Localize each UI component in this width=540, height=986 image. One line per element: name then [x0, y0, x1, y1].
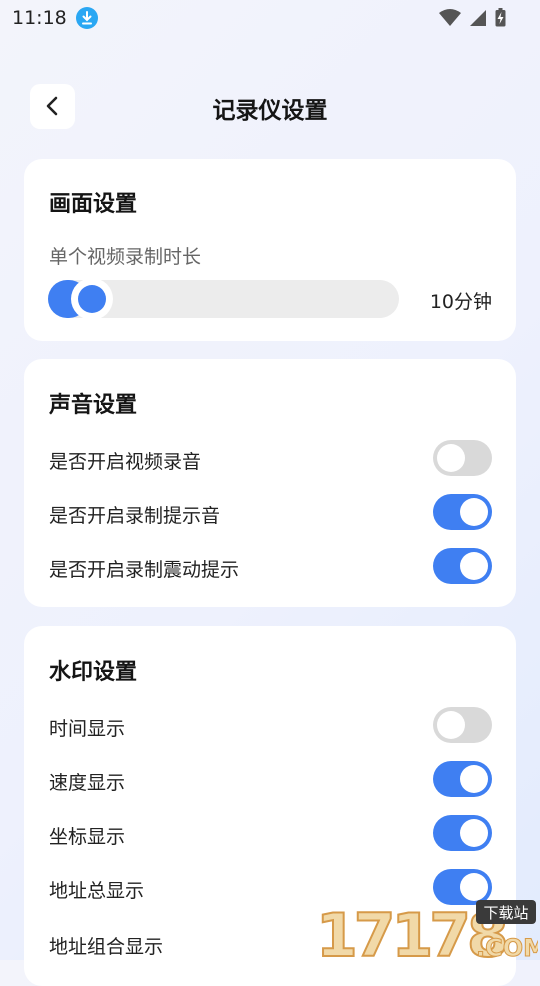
video-duration-slider[interactable] [48, 278, 399, 320]
slider-thumb[interactable] [71, 278, 113, 320]
download-icon [76, 7, 98, 29]
coordinate-display-toggle[interactable] [433, 815, 492, 851]
sound-settings-card: 声音设置 是否开启视频录音 是否开启录制提示音 是否开启录制震动提示 [24, 359, 516, 607]
speed-display-toggle[interactable] [433, 761, 492, 797]
coordinate-display-label: 坐标显示 [49, 826, 126, 848]
video-duration-label: 单个视频录制时长 [49, 246, 202, 268]
record-audio-toggle[interactable] [433, 440, 492, 476]
sound-settings-title: 声音设置 [49, 393, 138, 418]
battery-charging-icon [495, 8, 506, 27]
picture-settings-title: 画面设置 [49, 192, 138, 217]
address-display-label: 地址总显示 [49, 880, 145, 902]
record-sound-prompt-label: 是否开启录制提示音 [49, 505, 221, 527]
record-vibration-prompt-toggle[interactable] [433, 548, 492, 584]
time-display-label: 时间显示 [49, 718, 126, 740]
wifi-icon [439, 8, 461, 26]
page-title: 记录仪设置 [212, 98, 328, 124]
speed-display-label: 速度显示 [49, 772, 126, 794]
svg-text:下载站: 下载站 [483, 904, 528, 922]
status-bar: 11:18 [0, 0, 540, 36]
record-sound-prompt-toggle[interactable] [433, 494, 492, 530]
status-time: 11:18 [12, 7, 67, 29]
watermark-settings-title: 水印设置 [49, 660, 138, 685]
record-vibration-prompt-label: 是否开启录制震动提示 [49, 559, 240, 581]
record-audio-label: 是否开启视频录音 [49, 451, 202, 473]
time-display-toggle[interactable] [433, 707, 492, 743]
address-combo-display-label: 地址组合显示 [49, 936, 164, 958]
svg-text:.COM: .COM [476, 934, 538, 960]
signal-icon [470, 9, 486, 26]
video-duration-value: 10分钟 [429, 291, 492, 313]
picture-settings-card: 画面设置 单个视频录制时长 10分钟 [24, 159, 516, 341]
site-watermark-logo: 17178 下载站 .COM [316, 900, 538, 960]
